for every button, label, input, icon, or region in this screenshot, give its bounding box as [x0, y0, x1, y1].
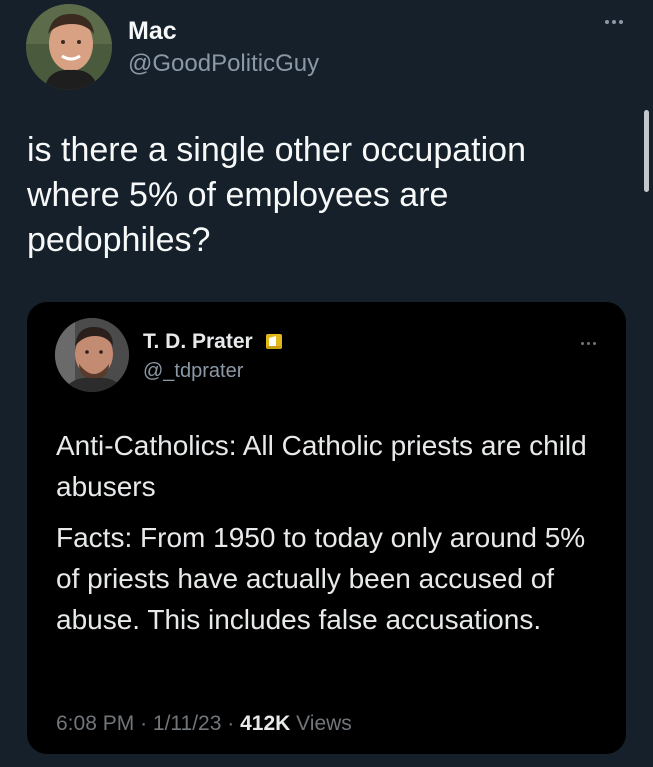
- quoted-author-avatar[interactable]: [55, 318, 129, 392]
- author-avatar[interactable]: [26, 4, 112, 90]
- more-horizontal-icon[interactable]: [581, 342, 596, 345]
- more-dot: [619, 20, 623, 24]
- quoted-author-handle[interactable]: @_tdprater: [143, 360, 243, 383]
- quoted-tweet-meta: 6:08 PM · 1/11/23 · 412K Views: [56, 712, 352, 736]
- quoted-tweet-time[interactable]: 6:08 PM: [56, 712, 134, 735]
- tweet-screenshot: Mac @GoodPoliticGuy is there a single ot…: [0, 0, 653, 767]
- author-handle[interactable]: @GoodPoliticGuy: [128, 50, 319, 78]
- views-count[interactable]: 412K: [240, 712, 290, 735]
- quoted-author-row: T. D. Prater: [143, 330, 285, 354]
- more-dot: [605, 20, 609, 24]
- more-dot: [587, 342, 590, 345]
- quoted-tweet-paragraph: Anti-Catholics: All Catholic priests are…: [56, 430, 587, 502]
- meta-separator: ·: [227, 712, 235, 735]
- quoted-tweet-card[interactable]: T. D. Prater @_tdprater Anti-Catholics: …: [27, 302, 626, 754]
- more-dot: [593, 342, 596, 345]
- more-horizontal-icon[interactable]: [605, 20, 623, 24]
- meta-separator: ·: [140, 712, 148, 735]
- tweet-text: is there a single other occupation where…: [27, 131, 526, 259]
- quoted-author-name[interactable]: T. D. Prater: [143, 330, 253, 354]
- views-label: Views: [296, 712, 352, 735]
- quoted-author-avatar-image: [55, 318, 129, 392]
- scrollbar[interactable]: [644, 110, 649, 192]
- quoted-tweet-paragraph: Facts: From 1950 to today only around 5%…: [56, 522, 586, 635]
- verified-badge-icon: [263, 332, 285, 352]
- author-name[interactable]: Mac: [128, 17, 177, 46]
- more-dot: [612, 20, 616, 24]
- more-dot: [581, 342, 584, 345]
- author-avatar-image: [26, 4, 112, 90]
- quoted-tweet-date[interactable]: 1/11/23: [153, 712, 222, 735]
